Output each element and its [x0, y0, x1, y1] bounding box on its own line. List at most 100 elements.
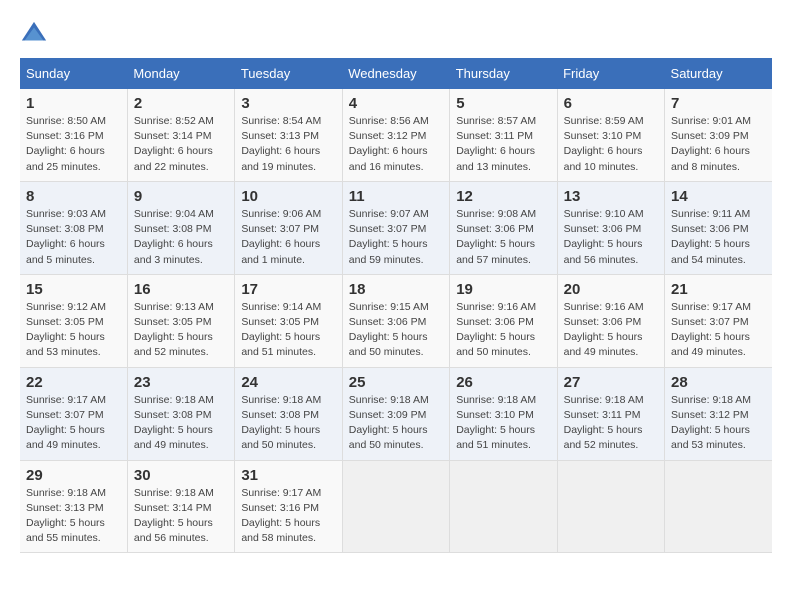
day-number: 18 [349, 281, 443, 298]
day-info: Sunrise: 9:06 AMSunset: 3:07 PMDaylight:… [241, 207, 335, 268]
calendar-cell [342, 460, 449, 553]
day-info: Sunrise: 9:16 AMSunset: 3:06 PMDaylight:… [564, 300, 658, 361]
calendar-cell: 11 Sunrise: 9:07 AMSunset: 3:07 PMDayligh… [342, 181, 449, 274]
logo [20, 20, 52, 48]
calendar-week-row: 8 Sunrise: 9:03 AMSunset: 3:08 PMDaylight… [20, 181, 772, 274]
day-info: Sunrise: 9:18 AMSunset: 3:08 PMDaylight:… [241, 393, 335, 454]
calendar-cell [557, 460, 664, 553]
day-number: 27 [564, 374, 658, 391]
calendar-cell: 5 Sunrise: 8:57 AMSunset: 3:11 PMDaylight… [450, 89, 557, 181]
day-info: Sunrise: 8:56 AMSunset: 3:12 PMDaylight:… [349, 114, 443, 175]
day-number: 15 [26, 281, 121, 298]
calendar-cell: 15 Sunrise: 9:12 AMSunset: 3:05 PMDayligh… [20, 274, 127, 367]
calendar-cell: 16 Sunrise: 9:13 AMSunset: 3:05 PMDayligh… [127, 274, 234, 367]
day-info: Sunrise: 8:50 AMSunset: 3:16 PMDaylight:… [26, 114, 121, 175]
calendar-cell: 12 Sunrise: 9:08 AMSunset: 3:06 PMDayligh… [450, 181, 557, 274]
day-number: 3 [241, 95, 335, 112]
calendar-cell: 27 Sunrise: 9:18 AMSunset: 3:11 PMDayligh… [557, 367, 664, 460]
day-info: Sunrise: 9:03 AMSunset: 3:08 PMDaylight:… [26, 207, 121, 268]
calendar-cell: 14 Sunrise: 9:11 AMSunset: 3:06 PMDayligh… [665, 181, 772, 274]
calendar-cell: 28Sunrise: 9:18 AMSunset: 3:12 PMDayligh… [665, 367, 772, 460]
day-number: 22 [26, 374, 121, 391]
page-header [20, 20, 772, 48]
day-info: Sunrise: 9:18 AMSunset: 3:13 PMDaylight:… [26, 486, 121, 547]
day-number: 13 [564, 188, 658, 205]
day-number: 8 [26, 188, 121, 205]
day-info: Sunrise: 9:18 AMSunset: 3:09 PMDaylight:… [349, 393, 443, 454]
day-info: Sunrise: 9:11 AMSunset: 3:06 PMDaylight:… [671, 207, 766, 268]
calendar-cell: 29 Sunrise: 9:18 AMSunset: 3:13 PMDayligh… [20, 460, 127, 553]
header-sunday: Sunday [20, 58, 127, 89]
calendar-header-row: SundayMondayTuesdayWednesdayThursdayFrid… [20, 58, 772, 89]
calendar-cell: 2Sunrise: 8:52 AMSunset: 3:14 PMDaylight… [127, 89, 234, 181]
day-info: Sunrise: 8:54 AMSunset: 3:13 PMDaylight:… [241, 114, 335, 175]
day-number: 29 [26, 467, 121, 484]
header-monday: Monday [127, 58, 234, 89]
day-info: Sunrise: 9:12 AMSunset: 3:05 PMDaylight:… [26, 300, 121, 361]
calendar-cell: 1 Sunrise: 8:50 AMSunset: 3:16 PMDaylight… [20, 89, 127, 181]
day-number: 16 [134, 281, 228, 298]
day-info: Sunrise: 9:08 AMSunset: 3:06 PMDaylight:… [456, 207, 550, 268]
calendar-cell: 10 Sunrise: 9:06 AMSunset: 3:07 PMDayligh… [235, 181, 342, 274]
day-number: 23 [134, 374, 228, 391]
day-number: 10 [241, 188, 335, 205]
day-number: 25 [349, 374, 443, 391]
day-info: Sunrise: 9:04 AMSunset: 3:08 PMDaylight:… [134, 207, 228, 268]
header-thursday: Thursday [450, 58, 557, 89]
day-info: Sunrise: 9:18 AMSunset: 3:14 PMDaylight:… [134, 486, 228, 547]
calendar-cell: 19 Sunrise: 9:16 AMSunset: 3:06 PMDayligh… [450, 274, 557, 367]
day-number: 9 [134, 188, 228, 205]
day-number: 12 [456, 188, 550, 205]
day-info: Sunrise: 9:17 AMSunset: 3:16 PMDaylight:… [241, 486, 335, 547]
day-info: Sunrise: 9:07 AMSunset: 3:07 PMDaylight:… [349, 207, 443, 268]
calendar-cell: 9 Sunrise: 9:04 AMSunset: 3:08 PMDaylight… [127, 181, 234, 274]
logo-icon [20, 20, 48, 48]
day-info: Sunrise: 9:17 AMSunset: 3:07 PMDaylight:… [26, 393, 121, 454]
day-number: 1 [26, 95, 121, 112]
header-friday: Friday [557, 58, 664, 89]
day-number: 26 [456, 374, 550, 391]
day-info: Sunrise: 9:13 AMSunset: 3:05 PMDaylight:… [134, 300, 228, 361]
day-number: 21 [671, 281, 766, 298]
calendar-cell: 24Sunrise: 9:18 AMSunset: 3:08 PMDayligh… [235, 367, 342, 460]
calendar-cell: 13 Sunrise: 9:10 AMSunset: 3:06 PMDayligh… [557, 181, 664, 274]
day-info: Sunrise: 9:01 AMSunset: 3:09 PMDaylight:… [671, 114, 766, 175]
day-number: 2 [134, 95, 228, 112]
day-info: Sunrise: 8:59 AMSunset: 3:10 PMDaylight:… [564, 114, 658, 175]
calendar-week-row: 15 Sunrise: 9:12 AMSunset: 3:05 PMDayligh… [20, 274, 772, 367]
day-info: Sunrise: 9:10 AMSunset: 3:06 PMDaylight:… [564, 207, 658, 268]
calendar-cell: 31 Sunrise: 9:17 AMSunset: 3:16 PMDayligh… [235, 460, 342, 553]
day-info: Sunrise: 9:18 AMSunset: 3:10 PMDaylight:… [456, 393, 550, 454]
day-number: 14 [671, 188, 766, 205]
day-info: Sunrise: 9:18 AMSunset: 3:08 PMDaylight:… [134, 393, 228, 454]
day-number: 6 [564, 95, 658, 112]
calendar-cell: 23 Sunrise: 9:18 AMSunset: 3:08 PMDayligh… [127, 367, 234, 460]
header-tuesday: Tuesday [235, 58, 342, 89]
day-info: Sunrise: 9:16 AMSunset: 3:06 PMDaylight:… [456, 300, 550, 361]
calendar-cell: 21 Sunrise: 9:17 AMSunset: 3:07 PMDayligh… [665, 274, 772, 367]
day-number: 17 [241, 281, 335, 298]
calendar-cell: 22 Sunrise: 9:17 AMSunset: 3:07 PMDayligh… [20, 367, 127, 460]
day-number: 7 [671, 95, 766, 112]
day-number: 5 [456, 95, 550, 112]
calendar-week-row: 22 Sunrise: 9:17 AMSunset: 3:07 PMDayligh… [20, 367, 772, 460]
calendar-cell: 6 Sunrise: 8:59 AMSunset: 3:10 PMDaylight… [557, 89, 664, 181]
calendar-cell: 3 Sunrise: 8:54 AMSunset: 3:13 PMDaylight… [235, 89, 342, 181]
day-info: Sunrise: 9:15 AMSunset: 3:06 PMDaylight:… [349, 300, 443, 361]
day-number: 11 [349, 188, 443, 205]
day-number: 19 [456, 281, 550, 298]
day-number: 28 [671, 374, 766, 391]
calendar-cell [665, 460, 772, 553]
day-number: 20 [564, 281, 658, 298]
calendar-cell: 25 Sunrise: 9:18 AMSunset: 3:09 PMDayligh… [342, 367, 449, 460]
calendar-week-row: 1 Sunrise: 8:50 AMSunset: 3:16 PMDaylight… [20, 89, 772, 181]
calendar-cell [450, 460, 557, 553]
day-info: Sunrise: 9:17 AMSunset: 3:07 PMDaylight:… [671, 300, 766, 361]
calendar-cell: 26 Sunrise: 9:18 AMSunset: 3:10 PMDayligh… [450, 367, 557, 460]
day-info: Sunrise: 9:18 AMSunset: 3:11 PMDaylight:… [564, 393, 658, 454]
calendar-cell: 8 Sunrise: 9:03 AMSunset: 3:08 PMDaylight… [20, 181, 127, 274]
calendar-cell: 30Sunrise: 9:18 AMSunset: 3:14 PMDayligh… [127, 460, 234, 553]
day-info: Sunrise: 8:57 AMSunset: 3:11 PMDaylight:… [456, 114, 550, 175]
day-number: 31 [241, 467, 335, 484]
calendar-table: SundayMondayTuesdayWednesdayThursdayFrid… [20, 58, 772, 553]
